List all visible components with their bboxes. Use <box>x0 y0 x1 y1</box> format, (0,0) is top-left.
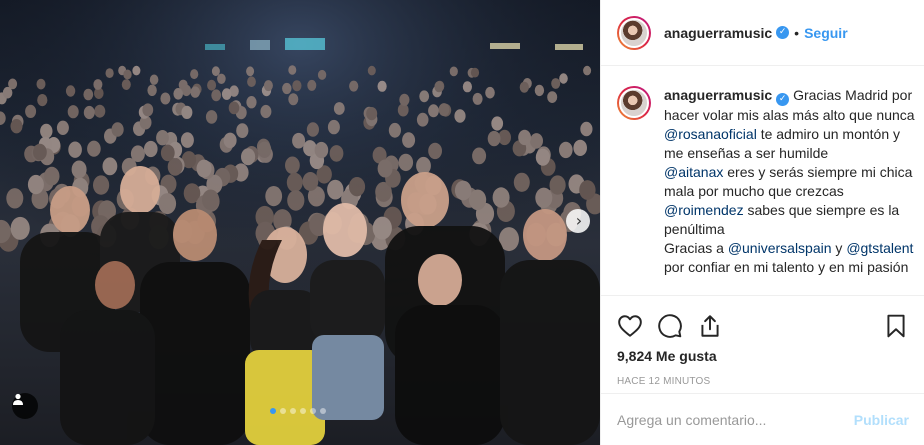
follow-button[interactable]: Seguir <box>804 25 848 41</box>
post-actions: 9,824 Me gusta HACE 12 MINUTOS <box>601 295 924 387</box>
carousel-dot <box>320 408 326 414</box>
caption-line: por confiar en mi talento y en mi pasión <box>664 259 909 275</box>
mention-link[interactable]: @roimendez <box>664 202 744 218</box>
heart-icon[interactable] <box>617 313 643 339</box>
username-link[interactable]: anaguerramusic <box>664 25 772 41</box>
mention-link[interactable]: @rosanaoficial <box>664 126 757 142</box>
caption-avatar[interactable] <box>617 86 651 120</box>
verified-badge-icon: ✓ <box>776 93 790 106</box>
instagram-post-modal: › anaguerramusic ✓ • Seguir anaguerramus… <box>0 0 924 445</box>
caption-line: y <box>835 240 843 256</box>
comment-input[interactable] <box>617 411 854 428</box>
publish-button[interactable]: Publicar <box>854 412 909 428</box>
mention-link[interactable]: @aitanax <box>664 164 723 180</box>
post-details-panel: anaguerramusic ✓ • Seguir anaguerramusic… <box>600 0 924 445</box>
mention-link[interactable]: @universalspain <box>728 240 832 256</box>
action-icons-row <box>601 296 924 346</box>
tagged-users-button[interactable] <box>12 393 38 419</box>
concert-crowd-photo <box>0 0 600 445</box>
next-photo-button[interactable]: › <box>566 209 590 233</box>
caption-text: anaguerramusic ✓ Gracias Madrid por hacer… <box>664 86 921 293</box>
user-tag-icon <box>13 393 23 405</box>
verified-badge-icon: ✓ <box>776 26 790 39</box>
carousel-dot <box>290 408 296 414</box>
carousel-dot <box>270 408 276 414</box>
mention-link[interactable]: @gtstalent <box>846 240 913 256</box>
post-caption: anaguerramusic ✓ Gracias Madrid por hacer… <box>617 86 921 293</box>
caption-line: Gracias a <box>664 240 724 256</box>
post-header: anaguerramusic ✓ • Seguir <box>601 0 924 66</box>
comment-icon[interactable] <box>657 313 683 339</box>
chevron-right-icon: › <box>575 211 583 230</box>
avatar[interactable] <box>617 15 651 50</box>
carousel-dot <box>310 408 316 414</box>
carousel-dot <box>300 408 306 414</box>
share-icon[interactable] <box>697 313 723 339</box>
comment-form: Publicar <box>601 393 924 445</box>
bookmark-icon[interactable] <box>883 313 909 339</box>
carousel-indicator <box>270 408 326 414</box>
post-photo[interactable]: › <box>0 0 600 445</box>
header-separator: • <box>794 24 800 41</box>
post-timestamp[interactable]: HACE 12 MINUTOS <box>601 364 924 387</box>
caption-username-link[interactable]: anaguerramusic <box>664 87 772 103</box>
likes-count[interactable]: 9,824 Me gusta <box>601 346 924 364</box>
carousel-dot <box>280 408 286 414</box>
